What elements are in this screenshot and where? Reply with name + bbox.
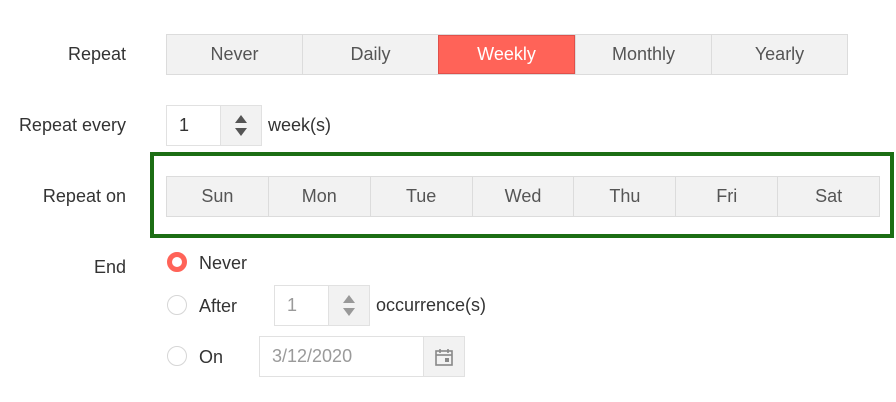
day-fri-button[interactable]: Fri	[675, 177, 777, 216]
end-date-picker[interactable]: 3/12/2020	[259, 336, 465, 377]
repeat-on-label: Repeat on	[42, 186, 126, 206]
end-never-radio[interactable]	[167, 252, 187, 272]
increment-icon[interactable]	[343, 295, 355, 303]
occurrences-spinner[interactable]	[328, 286, 369, 325]
repeat-weekly-button[interactable]: Weekly	[438, 35, 575, 74]
end-after-label[interactable]: After	[199, 296, 237, 317]
repeat-unit-label: week(s)	[268, 115, 332, 135]
repeat-label: Repeat	[67, 44, 126, 64]
repeat-interval-stepper[interactable]: 1	[166, 105, 262, 146]
decrement-icon[interactable]	[343, 308, 355, 316]
day-sun-button[interactable]: Sun	[167, 177, 268, 216]
calendar-button[interactable]	[423, 337, 464, 376]
day-sat-button[interactable]: Sat	[777, 177, 879, 216]
weekday-group: Sun Mon Tue Wed Thu Fri Sat	[166, 176, 880, 217]
end-on-label[interactable]: On	[199, 347, 223, 368]
repeat-yearly-button[interactable]: Yearly	[711, 35, 847, 74]
day-wed-button[interactable]: Wed	[471, 177, 574, 216]
end-label: End	[93, 257, 126, 277]
repeat-every-label: Repeat every	[18, 115, 126, 135]
end-after-radio[interactable]	[167, 295, 187, 315]
repeat-monthly-button[interactable]: Monthly	[575, 35, 711, 74]
increment-icon[interactable]	[235, 115, 247, 123]
repeat-interval-value[interactable]: 1	[167, 115, 220, 136]
occurrences-unit-label: occurrence(s)	[376, 295, 487, 315]
day-tue-button[interactable]: Tue	[369, 177, 472, 216]
day-thu-button[interactable]: Thu	[573, 177, 675, 216]
calendar-icon	[435, 348, 453, 366]
decrement-icon[interactable]	[235, 128, 247, 136]
repeat-interval-spinner[interactable]	[220, 106, 261, 145]
end-never-label[interactable]: Never	[199, 253, 247, 274]
occurrences-stepper[interactable]: 1	[274, 285, 370, 326]
end-on-radio[interactable]	[167, 346, 187, 366]
repeat-frequency-group: Never Daily Weekly Monthly Yearly	[166, 34, 848, 75]
day-mon-button[interactable]: Mon	[267, 177, 370, 216]
repeat-never-button[interactable]: Never	[167, 35, 302, 74]
occurrences-value[interactable]: 1	[275, 295, 328, 316]
repeat-daily-button[interactable]: Daily	[302, 35, 438, 74]
end-date-value[interactable]: 3/12/2020	[260, 346, 423, 367]
